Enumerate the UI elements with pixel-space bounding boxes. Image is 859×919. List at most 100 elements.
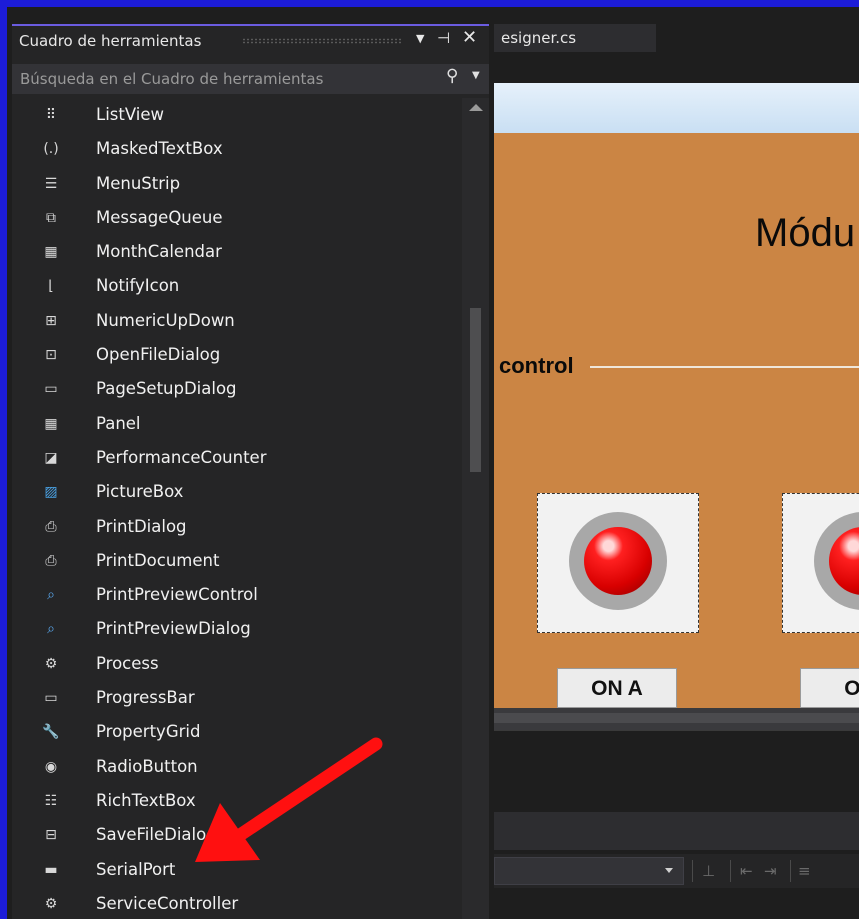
toolbox-item-label: ServiceController bbox=[96, 893, 239, 913]
toolbox-item-label: PrintDocument bbox=[96, 550, 220, 570]
chevron-down-icon[interactable] bbox=[665, 868, 673, 873]
toolbox-item[interactable]: ☰ MenuStrip bbox=[12, 167, 462, 201]
red-led-icon bbox=[569, 512, 667, 610]
scroll-up-icon[interactable] bbox=[469, 104, 483, 111]
toolbar-divider bbox=[692, 860, 693, 882]
toolbox-search-input[interactable]: Búsqueda en el Cuadro de herramientas ⚲ … bbox=[12, 64, 489, 94]
toolbox-item-list: ⠿ ListView (.) MaskedTextBox ☰ MenuStrip ⧉ Mess… bbox=[12, 98, 462, 919]
form-titlebar[interactable] bbox=[494, 83, 859, 133]
toolbox-item-label: PropertyGrid bbox=[96, 722, 201, 742]
monthcalendar-icon: ▦ bbox=[44, 244, 58, 261]
toolbox-item-label: PrintPreviewControl bbox=[96, 585, 258, 605]
designer-horizontal-scrollbar[interactable] bbox=[494, 708, 859, 730]
messagequeue-icon: ⧉ bbox=[46, 209, 56, 226]
toolbox-item[interactable]: ⎙ PrintDocument bbox=[12, 544, 462, 578]
process-icon: ⚙ bbox=[44, 655, 58, 672]
toolbox-item-label: SerialPort bbox=[96, 859, 176, 879]
toolbox-item-label: ProgressBar bbox=[96, 688, 195, 708]
led-picturebox[interactable] bbox=[537, 493, 699, 633]
toolbox-item[interactable]: ⊡ OpenFileDialog bbox=[12, 338, 462, 372]
printpreviewcontrol-icon: ⌕ bbox=[47, 587, 55, 604]
categorized-icon[interactable]: ⊥ bbox=[702, 862, 715, 880]
toolbox-item-label: Process bbox=[96, 653, 159, 673]
toolbox-item-label: MaskedTextBox bbox=[96, 139, 223, 159]
pagesetupdialog-icon: ▭ bbox=[44, 381, 58, 398]
tab-label: esigner.cs bbox=[501, 29, 577, 47]
toolbox-item[interactable]: ⧉ MessageQueue bbox=[12, 201, 462, 235]
toolbox-item-label: NotifyIcon bbox=[96, 276, 180, 296]
progressbar-icon: ▭ bbox=[44, 690, 58, 707]
scrollbar-thumb[interactable] bbox=[494, 713, 859, 723]
menustrip-icon: ☰ bbox=[44, 175, 58, 192]
form-heading-label[interactable]: Módu bbox=[755, 211, 855, 256]
toolbox-item[interactable]: 🔧 PropertyGrid bbox=[12, 715, 462, 749]
toolbox-scrollbar[interactable] bbox=[462, 98, 489, 919]
properties-toolbar: ⊥ ⇤ ⇥ ≡ bbox=[494, 854, 859, 888]
toolbox-item[interactable]: ⚙ ServiceController bbox=[12, 887, 462, 919]
search-icon[interactable]: ⚲ bbox=[446, 66, 458, 86]
toolbox-item[interactable]: ▭ PageSetupDialog bbox=[12, 372, 462, 406]
toolbox-item[interactable]: ▬ SerialPort bbox=[12, 853, 462, 887]
toolbox-item[interactable]: ⠿ ListView bbox=[12, 98, 462, 132]
led-picturebox[interactable] bbox=[782, 493, 859, 633]
toolbox-item-label: NumericUpDown bbox=[96, 310, 235, 330]
toolbox-item-label: MessageQueue bbox=[96, 207, 223, 227]
on-a-button[interactable]: ON A bbox=[557, 668, 677, 708]
toolbox-item-label: Panel bbox=[96, 413, 141, 433]
printpreviewdialog-icon: ⌕ bbox=[47, 621, 55, 638]
properties-icon[interactable]: ⇥ bbox=[764, 862, 777, 880]
groupbox-label[interactable]: control bbox=[499, 353, 574, 379]
toolbox-item[interactable]: ⌕ PrintPreviewControl bbox=[12, 578, 462, 612]
toolbox-item-label: PrintPreviewDialog bbox=[96, 619, 251, 639]
alphabetical-icon[interactable]: ⇤ bbox=[740, 862, 753, 880]
object-selector-dropdown[interactable] bbox=[494, 857, 684, 885]
panel-icon: ▦ bbox=[44, 415, 58, 432]
toolbox-item-label: RadioButton bbox=[96, 756, 198, 776]
toolbox-item[interactable]: ⌕ PrintPreviewDialog bbox=[12, 612, 462, 646]
listview-icon: ⠿ bbox=[45, 107, 57, 123]
chevron-down-icon[interactable]: ▼ bbox=[472, 70, 480, 81]
toolbox-drag-grip[interactable] bbox=[242, 38, 402, 44]
toolbox-item-label: PrintDialog bbox=[96, 516, 187, 536]
toolbox-item[interactable]: ⊟ SaveFileDialog bbox=[12, 818, 462, 852]
toolbox-item[interactable]: ▦ Panel bbox=[12, 407, 462, 441]
toolbox-item-label: MonthCalendar bbox=[96, 242, 222, 262]
numericupdown-icon: ⊞ bbox=[45, 312, 57, 329]
printdocument-icon: ⎙ bbox=[45, 552, 57, 569]
printdialog-icon: ⎙ bbox=[45, 518, 57, 535]
toolbox-item[interactable]: ▦ MonthCalendar bbox=[12, 235, 462, 269]
toolbox-item-label: PageSetupDialog bbox=[96, 379, 237, 399]
toolbox-item[interactable]: ▭ ProgressBar bbox=[12, 681, 462, 715]
toolbox-header: Cuadro de herramientas ▼ ⊣ ✕ bbox=[12, 26, 489, 56]
component-tray bbox=[494, 730, 859, 809]
visual-studio-window: Cuadro de herramientas ▼ ⊣ ✕ Búsqueda en… bbox=[7, 7, 859, 919]
toolbox-item[interactable]: ◉ RadioButton bbox=[12, 750, 462, 784]
pin-icon[interactable]: ⊣ bbox=[437, 29, 450, 47]
dropdown-icon[interactable]: ▼ bbox=[416, 32, 424, 45]
notifyicon-icon: ⌊ bbox=[48, 278, 54, 295]
openfiledialog-icon: ⊡ bbox=[45, 347, 57, 364]
toolbox-item-label: PictureBox bbox=[96, 482, 184, 502]
form-designer[interactable]: Módu control ON A ON bbox=[494, 83, 859, 708]
tab-designer-cs[interactable]: esigner.cs bbox=[494, 24, 656, 52]
scrollbar-thumb[interactable] bbox=[470, 308, 481, 472]
toolbox-item[interactable]: ⎙ PrintDialog bbox=[12, 510, 462, 544]
toolbox-item[interactable]: ⚙ Process bbox=[12, 647, 462, 681]
toolbox-item[interactable]: ☷ RichTextBox bbox=[12, 784, 462, 818]
toolbox-item[interactable]: ◪ PerformanceCounter bbox=[12, 441, 462, 475]
toolbox-item[interactable]: ⊞ NumericUpDown bbox=[12, 304, 462, 338]
events-icon[interactable]: ≡ bbox=[798, 862, 811, 880]
toolbox-item[interactable]: ▨ PictureBox bbox=[12, 475, 462, 509]
richtextbox-icon: ☷ bbox=[44, 792, 58, 809]
on-b-button[interactable]: ON bbox=[800, 668, 859, 708]
toolbox-item-label: RichTextBox bbox=[96, 790, 196, 810]
red-led-icon bbox=[814, 512, 859, 610]
toolbox-item[interactable]: (.) MaskedTextBox bbox=[12, 132, 462, 166]
toolbox-item[interactable]: ⌊ NotifyIcon bbox=[12, 269, 462, 303]
maskedtextbox-icon: (.) bbox=[43, 141, 59, 158]
servicecontroller-icon: ⚙ bbox=[44, 895, 58, 912]
properties-panel-header bbox=[494, 812, 859, 850]
toolbar-divider bbox=[730, 860, 731, 882]
picturebox-icon: ▨ bbox=[44, 484, 58, 501]
close-icon[interactable]: ✕ bbox=[462, 27, 477, 48]
